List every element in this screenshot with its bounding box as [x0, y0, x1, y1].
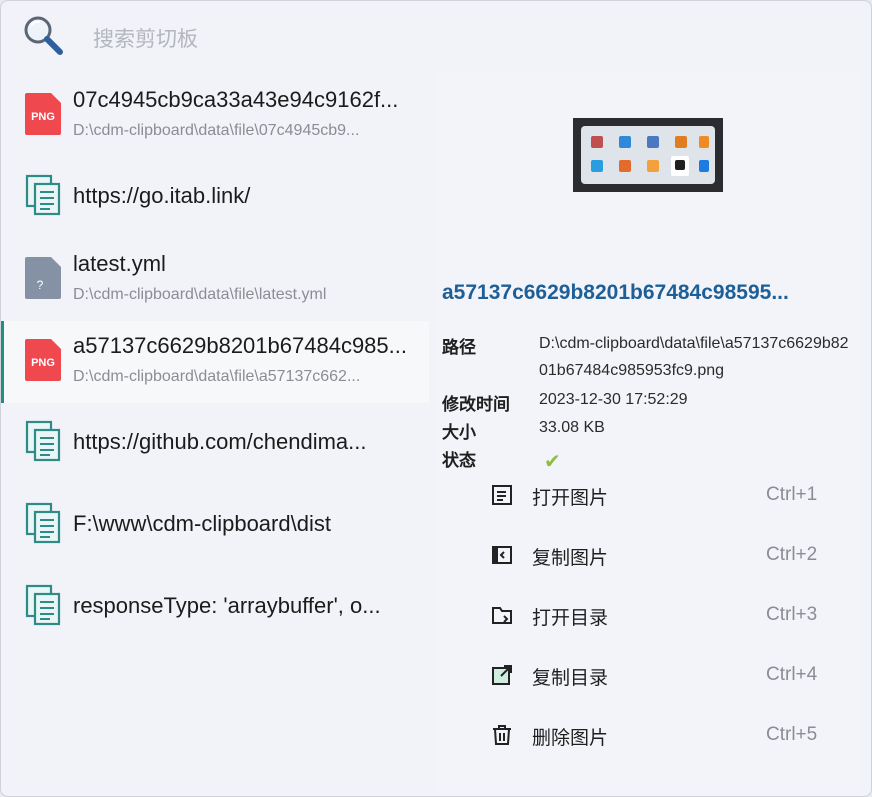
detail-panel: a57137c6629b8201b67484c98595... 路径 D:\cd…: [434, 73, 862, 796]
action-label: 复制目录: [532, 667, 609, 689]
modified-value: 2023-12-30 17:52:29: [539, 391, 688, 408]
item-title: F:\www\cdm-clipboard\dist: [73, 511, 331, 536]
action-label: 打开目录: [532, 607, 609, 629]
action-label: 删除图片: [532, 727, 609, 749]
search-icon: [24, 16, 63, 55]
item-path: D:\cdm-clipboard\data\file\07c4945cb9...: [73, 122, 360, 139]
svg-text:PNG: PNG: [31, 111, 55, 123]
item-path: D:\cdm-clipboard\data\file\latest.yml: [73, 286, 327, 303]
preview-tray-image: [581, 126, 715, 184]
text-doc-icon: [25, 584, 61, 626]
unknown-file-icon: ?: [25, 257, 61, 299]
list-item[interactable]: https://go.itab.link/: [1, 157, 429, 239]
item-path: D:\cdm-clipboard\data\file\a57137c662...: [73, 368, 361, 385]
action-label: 打开图片: [532, 487, 609, 509]
list-item[interactable]: responseType: 'arraybuffer', o...: [1, 567, 429, 649]
status-label: 状态: [442, 451, 476, 471]
list-item[interactable]: PNG 07c4945cb9ca33a43e94c9162f... D:\cdm…: [1, 75, 429, 157]
list-item[interactable]: ? latest.yml D:\cdm-clipboard\data\file\…: [1, 239, 429, 321]
action-shortcut: Ctrl+2: [766, 544, 818, 565]
item-title: a57137c6629b8201b67484c985...: [73, 333, 407, 358]
item-title: 07c4945cb9ca33a43e94c9162f...: [73, 87, 399, 112]
file-name: a57137c6629b8201b67484c98595...: [442, 281, 789, 304]
item-title: https://github.com/chendima...: [73, 429, 367, 454]
list-item[interactable]: https://github.com/chendima...: [1, 403, 429, 485]
svg-text:PNG: PNG: [31, 357, 55, 369]
clipboard-window: PNG 07c4945cb9ca33a43e94c9162f... D:\cdm…: [0, 0, 872, 797]
action-shortcut: Ctrl+3: [766, 604, 818, 625]
action-shortcut: Ctrl+4: [766, 664, 818, 685]
open-folder-icon: [492, 607, 512, 624]
item-title: https://go.itab.link/: [73, 183, 251, 208]
search-bar: [1, 1, 871, 73]
size-value: 33.08 KB: [539, 419, 605, 436]
action-label: 复制图片: [532, 547, 609, 569]
open-image-icon: [492, 485, 512, 505]
svg-text:?: ?: [37, 278, 44, 292]
modified-label: 修改时间: [442, 395, 510, 415]
copy-image-button[interactable]: 复制图片 Ctrl+2: [484, 535, 834, 575]
open-image-button[interactable]: 打开图片 Ctrl+1: [484, 475, 834, 515]
open-folder-button[interactable]: 打开目录 Ctrl+3: [484, 595, 834, 635]
image-preview: [573, 118, 723, 192]
path-value: D:\cdm-clipboard\data\file\a57137c6629b8…: [539, 335, 849, 379]
text-doc-icon: [25, 174, 61, 216]
copy-path-icon: [492, 665, 512, 685]
item-title: responseType: 'arraybuffer', o...: [73, 593, 381, 618]
list-item-selected[interactable]: PNG a57137c6629b8201b67484c985... D:\cdm…: [1, 321, 429, 403]
clipboard-list: PNG 07c4945cb9ca33a43e94c9162f... D:\cdm…: [1, 75, 429, 649]
search-input[interactable]: [93, 21, 793, 57]
text-doc-icon: [25, 420, 61, 462]
path-label: 路径: [442, 338, 476, 358]
text-doc-icon: [25, 502, 61, 544]
copy-path-button[interactable]: 复制目录 Ctrl+4: [484, 655, 834, 695]
item-title: latest.yml: [73, 251, 166, 276]
delete-image-button[interactable]: 删除图片 Ctrl+5: [484, 715, 834, 755]
action-shortcut: Ctrl+1: [766, 484, 818, 505]
size-label: 大小: [442, 423, 476, 443]
png-file-icon: PNG: [25, 339, 61, 381]
action-shortcut: Ctrl+5: [766, 724, 818, 745]
copy-image-icon: [492, 546, 512, 564]
trash-icon: [493, 725, 511, 745]
png-file-icon: PNG: [25, 93, 61, 135]
list-item[interactable]: F:\www\cdm-clipboard\dist: [1, 485, 429, 567]
status-check-icon: ✔: [544, 451, 561, 473]
